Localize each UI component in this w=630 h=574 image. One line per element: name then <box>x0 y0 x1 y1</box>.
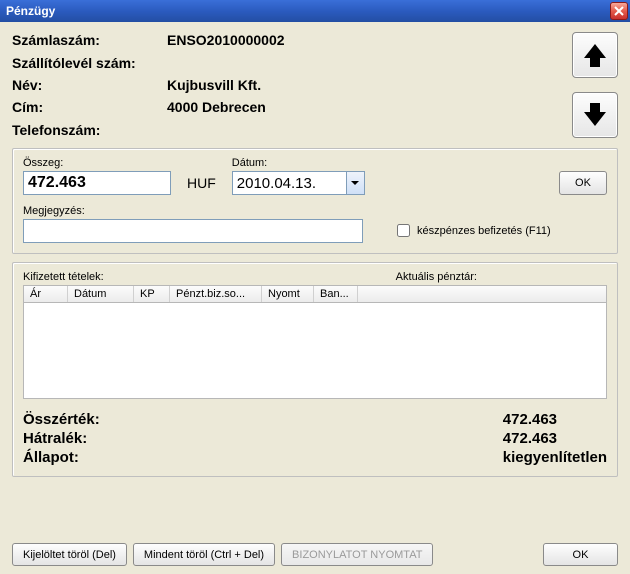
date-input[interactable] <box>232 171 347 195</box>
date-dropdown-button[interactable] <box>347 171 365 195</box>
col-price[interactable]: Ár <box>24 286 68 302</box>
header-info: Számlaszám: ENSO2010000002 Szállítólevél… <box>12 32 618 138</box>
balance-value: 472.463 <box>503 430 607 447</box>
col-print[interactable]: Nyomt <box>262 286 314 302</box>
ok-apply-button[interactable]: OK <box>559 171 607 195</box>
label-phone: Telefonszám: <box>12 122 167 138</box>
items-list[interactable] <box>23 303 607 399</box>
note-label: Megjegyzés: <box>23 205 363 217</box>
paid-items-label: Kifizetett tételek: <box>23 271 104 283</box>
delete-all-button[interactable]: Mindent töröl (Ctrl + Del) <box>133 543 275 566</box>
date-label: Dátum: <box>232 157 365 169</box>
arrow-down-icon <box>580 100 610 130</box>
print-receipt-button: BIZONYLATOT NYOMTAT <box>281 543 433 566</box>
cash-checkbox-label: készpénzes befizetés (F11) <box>417 225 551 237</box>
label-delivery-no: Szállítólevél szám: <box>12 55 167 71</box>
next-record-button[interactable] <box>572 92 618 138</box>
prev-record-button[interactable] <box>572 32 618 78</box>
cash-checkbox-wrap[interactable]: készpénzes befizetés (F11) <box>393 221 551 240</box>
total-label: Összérték: <box>23 411 503 428</box>
balance-label: Hátralék: <box>23 430 503 447</box>
delete-selected-button[interactable]: Kijelöltet töröl (Del) <box>12 543 127 566</box>
value-invoice-no: ENSO2010000002 <box>167 32 558 48</box>
titlebar: Pénzügy <box>0 0 630 22</box>
close-button[interactable] <box>610 2 628 20</box>
bottom-bar: Kijelöltet töröl (Del) Mindent töröl (Ct… <box>12 543 618 566</box>
window-title: Pénzügy <box>6 4 55 18</box>
currency-label: HUF <box>187 175 216 191</box>
note-input[interactable] <box>23 219 363 243</box>
cash-register-label: Aktuális pénztár: <box>396 271 477 283</box>
ok-button[interactable]: OK <box>543 543 618 566</box>
items-group: Kifizetett tételek: Aktuális pénztár: Ár… <box>12 262 618 477</box>
label-invoice-no: Számlaszám: <box>12 32 167 48</box>
col-kp[interactable]: KP <box>134 286 170 302</box>
totals-block: Összérték: 472.463 Hátralék: 472.463 Áll… <box>23 411 607 466</box>
col-receipt[interactable]: Pénzt.biz.so... <box>170 286 262 302</box>
value-name: Kujbusvill Kft. <box>167 77 558 93</box>
total-value: 472.463 <box>503 411 607 428</box>
col-date[interactable]: Dátum <box>68 286 134 302</box>
col-bank[interactable]: Ban... <box>314 286 358 302</box>
label-address: Cím: <box>12 99 167 115</box>
label-name: Név: <box>12 77 167 93</box>
value-address: 4000 Debrecen <box>167 99 558 115</box>
amount-label: Összeg: <box>23 157 171 169</box>
status-label: Állapot: <box>23 449 503 466</box>
chevron-down-icon <box>351 179 359 187</box>
arrow-up-icon <box>580 40 610 70</box>
status-value: kiegyenlítetlen <box>503 449 607 466</box>
close-icon <box>614 6 624 16</box>
amount-input[interactable] <box>23 171 171 195</box>
payment-group: Összeg: HUF Dátum: OK Megjegyzés: <box>12 148 618 254</box>
items-header-row: Ár Dátum KP Pénzt.biz.so... Nyomt Ban... <box>23 285 607 303</box>
col-filler <box>358 286 606 302</box>
cash-checkbox[interactable] <box>397 224 410 237</box>
